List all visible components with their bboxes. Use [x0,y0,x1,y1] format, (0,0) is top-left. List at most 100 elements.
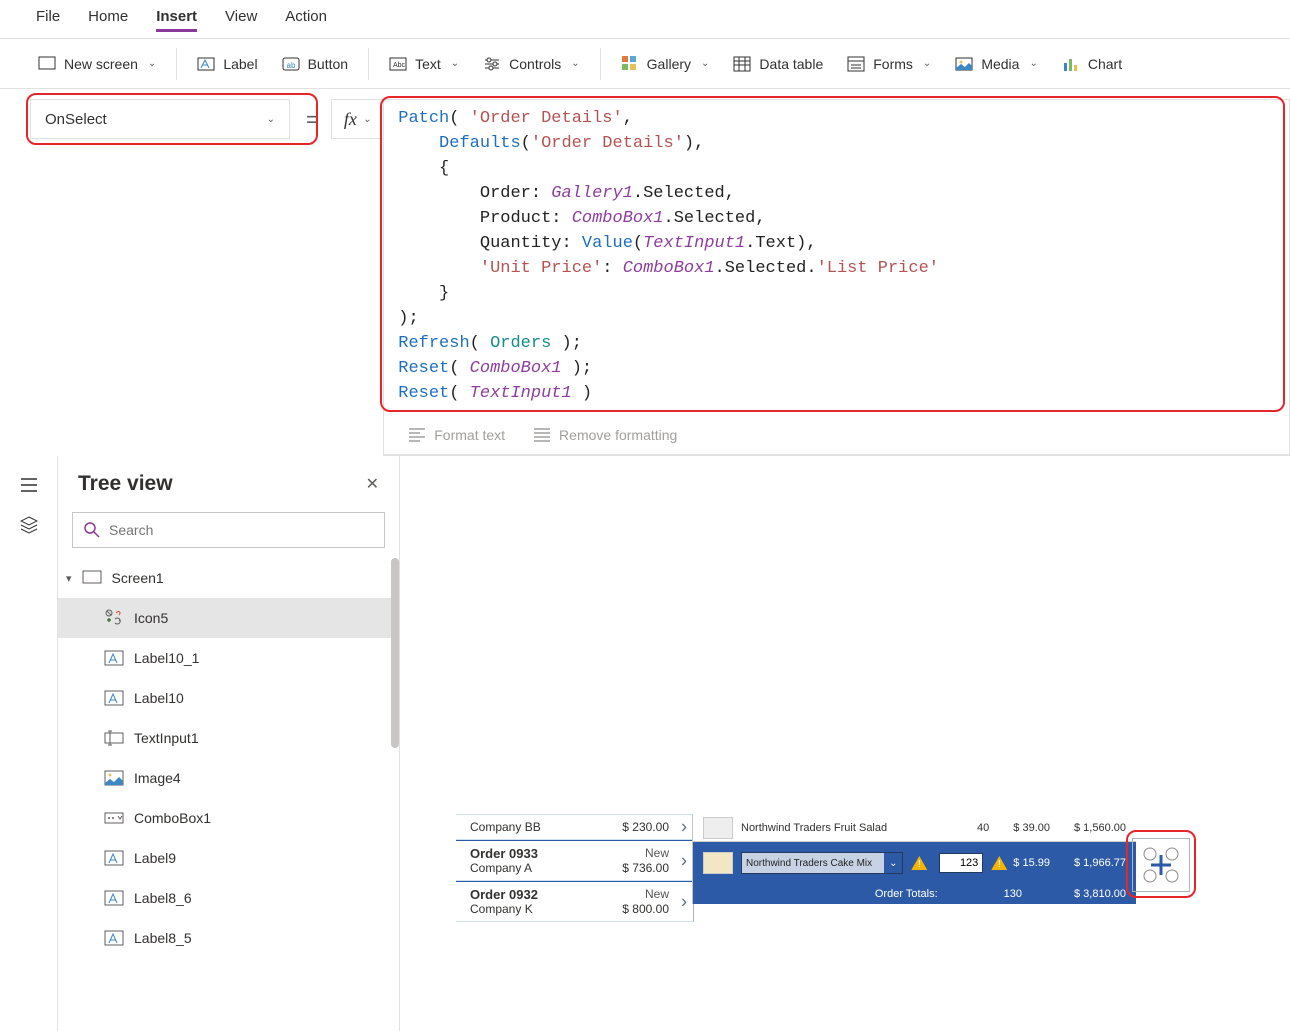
media-label: Media [981,56,1019,72]
chevron-down-icon: ⌄ [923,58,931,69]
label-icon [197,55,215,73]
chevron-right-icon: › [681,850,687,871]
image-icon [104,769,124,787]
screen-icon [38,55,56,73]
svg-text:ab: ab [286,61,295,70]
media-button[interactable]: Media ⌄ [947,51,1046,77]
search-input[interactable] [109,522,374,538]
button-button[interactable]: ab Button [274,51,356,77]
svg-text:Abc: Abc [393,62,406,69]
fx-button[interactable]: fx ⌄ [331,99,383,139]
tree-item-label9[interactable]: Label9 [58,838,399,878]
chevron-right-icon: › [681,817,687,838]
tree-item-image4[interactable]: Image4 [58,758,399,798]
layers-icon[interactable] [20,516,38,534]
tree-body: ▾ Screen1 Icon5 Label10_1 Label10 TextIn… [58,558,399,1031]
tree-item-label8-5[interactable]: Label8_5 [58,918,399,958]
detail-row-edit: Northwind Traders Cake Mix ⌄ ! ! $ 15.99… [693,842,1136,884]
media-icon [955,55,973,73]
menu-action[interactable]: Action [285,8,327,32]
label-label: Label [223,56,257,72]
totals-qty: 130 [1004,888,1022,900]
label-icon [104,849,124,867]
gallery-amount: $ 230.00 [622,820,669,834]
ribbon: New screen ⌄ Label ab Button Abc Text ⌄ … [0,39,1290,89]
textinput-icon [104,729,124,747]
menu-insert[interactable]: Insert [156,8,197,32]
forms-label: Forms [873,56,913,72]
controls-icon [483,55,501,73]
chevron-down-icon: ⌄ [884,853,902,873]
tree-item-label: Image4 [134,770,181,786]
gallery-amount: $ 800.00 [622,902,669,916]
format-text-label: Format text [434,427,505,443]
tree-item-label: Label9 [134,850,176,866]
gallery-status: New [645,887,669,901]
close-icon[interactable]: ✕ [366,474,379,494]
label-button[interactable]: Label [189,51,265,77]
combobox-value: Northwind Traders Cake Mix [746,858,872,869]
search-icon [83,521,101,539]
property-dropdown[interactable]: OnSelect ⌄ [30,99,290,139]
product-combobox[interactable]: Northwind Traders Cake Mix ⌄ [741,852,903,874]
new-screen-button[interactable]: New screen ⌄ [30,51,164,77]
gallery-row[interactable]: Order 0932 New Company K $ 800.00 › [456,881,694,922]
new-screen-label: New screen [64,56,138,72]
chart-button[interactable]: Chart [1054,51,1130,77]
equals-sign: = [306,107,319,133]
data-table-label: Data table [759,56,823,72]
warning-icon: ! [991,856,1007,870]
chevron-down-icon: ⌄ [571,58,579,69]
hamburger-icon[interactable] [20,476,38,494]
formula-editor[interactable]: Patch( 'Order Details', Defaults('Order … [384,100,1289,416]
tree-item-label10[interactable]: Label10 [58,678,399,718]
tree-item-label: TextInput1 [134,730,199,746]
tree-item-label: Label8_5 [134,930,192,946]
tree-item-combobox1[interactable]: ComboBox1 [58,798,399,838]
tree-search-box[interactable] [72,512,385,548]
chevron-down-icon: ⌄ [701,58,709,69]
forms-icon [847,55,865,73]
tree-item-textinput1[interactable]: TextInput1 [58,718,399,758]
gallery-amount: $ 736.00 [622,861,669,875]
menu-view[interactable]: View [225,8,257,32]
tree-item-label10-1[interactable]: Label10_1 [58,638,399,678]
orders-gallery[interactable]: Company BB $ 230.00 › Order 0933 New Com… [456,814,694,922]
chevron-down-icon: ⌄ [267,114,275,125]
tree-item-icon5[interactable]: Icon5 [58,598,399,638]
screen-icon [82,569,102,587]
add-icon [1140,844,1182,886]
data-table-button[interactable]: Data table [725,51,831,77]
gallery-company: Company BB [470,820,541,834]
tree-item-screen1[interactable]: ▾ Screen1 [58,558,399,598]
label-icon [104,689,124,707]
remove-formatting-label: Remove formatting [559,427,677,443]
menu-home[interactable]: Home [88,8,128,32]
text-button[interactable]: Abc Text ⌄ [381,51,467,77]
controls-button[interactable]: Controls ⌄ [475,51,588,77]
gallery-row[interactable]: Company BB $ 230.00 › [456,814,694,840]
format-text-button[interactable]: Format text [408,426,505,444]
gallery-row[interactable]: Order 0933 New Company A $ 736.00 › [456,840,694,881]
gallery-button[interactable]: Gallery ⌄ [613,51,718,77]
tree-view-title: Tree view [78,472,173,496]
scrollbar[interactable] [391,558,399,748]
tree-item-label: Label10 [134,690,184,706]
product-thumbnail [703,817,733,839]
menu-bar: File Home Insert View Action [0,0,1290,39]
detail-qty: 40 [977,822,989,834]
menu-file[interactable]: File [36,8,60,32]
tree-item-label8-6[interactable]: Label8_6 [58,878,399,918]
quantity-input[interactable] [939,853,983,873]
align-left-icon [408,426,426,444]
gallery-company: Company A [470,861,532,875]
tree-item-label: Label8_6 [134,890,192,906]
warning-icon: ! [911,856,927,870]
remove-formatting-button[interactable]: Remove formatting [533,426,677,444]
label-icon [104,889,124,907]
gallery-order: Order 0932 [470,887,538,902]
canvas-area: Company BB $ 230.00 › Order 0933 New Com… [400,456,1290,1031]
product-thumbnail [703,852,733,874]
add-new-icon-control[interactable] [1132,838,1190,892]
forms-button[interactable]: Forms ⌄ [839,51,939,77]
